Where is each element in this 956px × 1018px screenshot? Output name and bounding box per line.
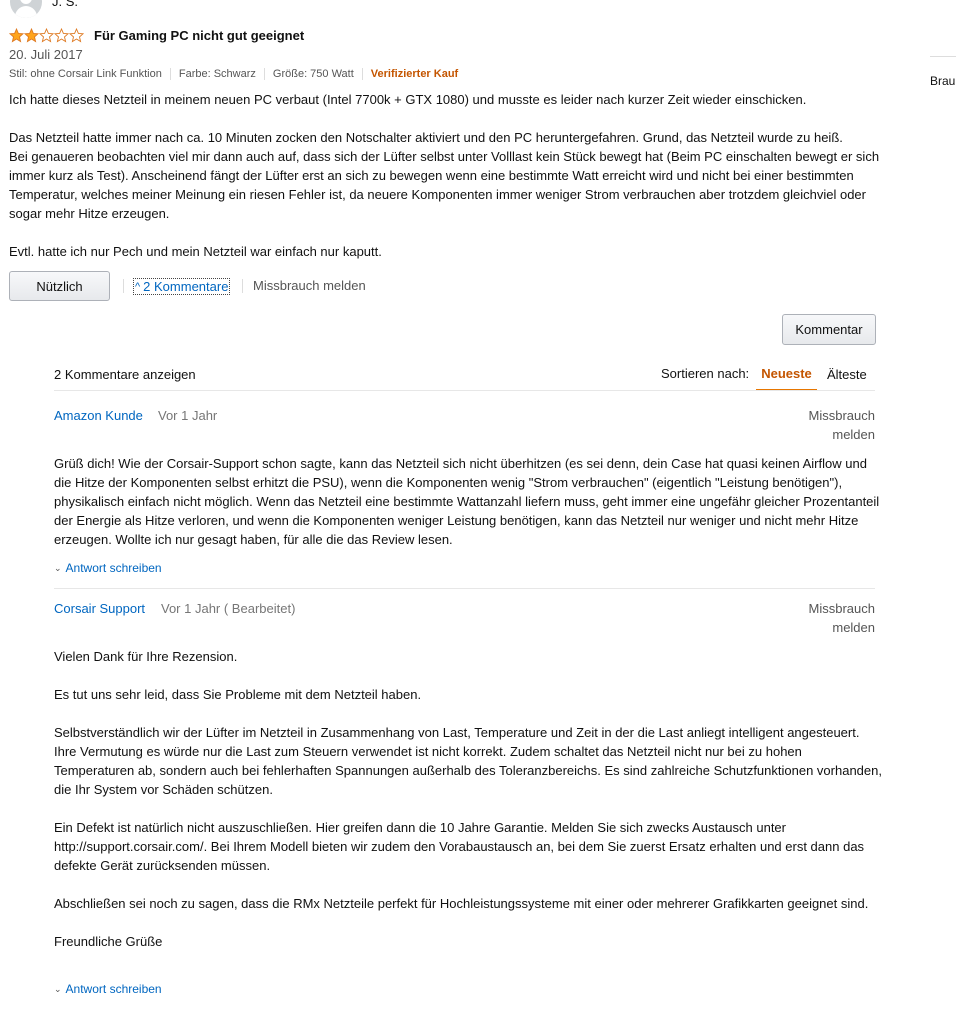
- reviewer-avatar: [10, 0, 42, 18]
- reply-label: Antwort schreiben: [65, 561, 162, 575]
- star-empty-icon: [54, 28, 69, 43]
- comment-paragraph: Es tut uns sehr leid, dass Sie Probleme …: [54, 687, 422, 702]
- review-body: Ich hatte dieses Netzteil in meinem neue…: [9, 90, 899, 280]
- comment-time: Vor 1 Jahr: [158, 408, 218, 423]
- comments-toggle-link[interactable]: ^ 2 Kommentare: [133, 278, 231, 295]
- review-date: 20. Juli 2017: [9, 47, 83, 62]
- star-empty-icon: [69, 28, 84, 43]
- style-variant[interactable]: Stil: ohne Corsair Link Funktion: [9, 68, 162, 80]
- sort-label: Sortieren nach:: [661, 366, 750, 381]
- star-empty-icon: [39, 28, 54, 43]
- helpful-button[interactable]: Nützlich: [9, 271, 110, 301]
- report-line: melden: [832, 620, 875, 635]
- sidebar-divider: [930, 56, 956, 57]
- comment-author[interactable]: Corsair Support: [54, 601, 145, 616]
- comment-paragraph: Abschließen sei noch zu sagen, dass die …: [54, 896, 869, 911]
- sidebar-text: Brau: [930, 74, 956, 88]
- star-filled-icon: [9, 28, 24, 43]
- comment-paragraph: Freundliche Grüße: [54, 934, 163, 949]
- action-divider: [123, 279, 124, 293]
- report-line: melden: [832, 427, 875, 442]
- comment-report-link[interactable]: Missbrauch melden: [785, 599, 875, 637]
- reply-label: Antwort schreiben: [65, 982, 162, 996]
- report-line: Missbrauch: [808, 601, 875, 616]
- report-line: Missbrauch: [808, 408, 875, 423]
- review-meta: Stil: ohne Corsair Link Funktion Farbe: …: [9, 68, 458, 80]
- color-variant: Farbe: Schwarz: [178, 68, 256, 80]
- comment-paragraph: Grüß dich! Wie der Corsair-Support schon…: [54, 456, 880, 547]
- comments-link-label: 2 Kommentare: [143, 279, 229, 294]
- comment-paragraph: Selbstverständlich wir der Lüfter im Net…: [54, 725, 882, 797]
- comments-divider: [54, 390, 875, 391]
- comment-body: Grüß dich! Wie der Corsair-Support schon…: [54, 454, 884, 568]
- meta-divider: [263, 68, 265, 80]
- size-variant: Größe: 750 Watt: [272, 68, 354, 80]
- meta-divider: [169, 68, 171, 80]
- report-abuse-link[interactable]: Missbrauch melden: [253, 278, 366, 293]
- reviewer-name[interactable]: J. S.: [52, 0, 78, 9]
- sort-newest-tab[interactable]: Neueste: [756, 358, 817, 391]
- comment-paragraph: Vielen Dank für Ihre Rezension.: [54, 649, 238, 664]
- comments-count-label: 2 Kommentare anzeigen: [54, 367, 196, 382]
- reply-link[interactable]: ⌄ Antwort schreiben: [54, 561, 162, 575]
- meta-divider: [361, 68, 363, 80]
- comment-divider: [54, 588, 875, 589]
- review-paragraph: Evtl. hatte ich nur Pech und mein Netzte…: [9, 244, 382, 259]
- action-divider: [242, 279, 243, 293]
- comment-author[interactable]: Amazon Kunde: [54, 408, 143, 423]
- review-title[interactable]: Für Gaming PC nicht gut geeignet: [94, 28, 304, 43]
- comment-button[interactable]: Kommentar: [782, 314, 876, 345]
- reply-link[interactable]: ⌄ Antwort schreiben: [54, 982, 162, 996]
- comment-time: Vor 1 Jahr ( Bearbeitet): [161, 601, 296, 616]
- chevron-down-icon: ⌄: [54, 983, 62, 994]
- review-paragraph: Das Netzteil hatte immer nach ca. 10 Min…: [9, 130, 880, 221]
- verified-purchase-badge: Verifizierter Kauf: [370, 68, 459, 80]
- comment-body: Vielen Dank für Ihre Rezension. Es tut u…: [54, 647, 884, 970]
- review-paragraph: Ich hatte dieses Netzteil in meinem neue…: [9, 92, 807, 107]
- sort-oldest-tab[interactable]: Älteste: [827, 367, 867, 382]
- comment-paragraph: Ein Defekt ist natürlich nicht auszuschl…: [54, 820, 865, 873]
- star-filled-icon: [24, 28, 39, 43]
- caret-up-icon: ^: [135, 280, 141, 293]
- comment-report-link[interactable]: Missbrauch melden: [785, 406, 875, 444]
- star-rating[interactable]: [9, 28, 84, 43]
- chevron-down-icon: ⌄: [54, 562, 62, 573]
